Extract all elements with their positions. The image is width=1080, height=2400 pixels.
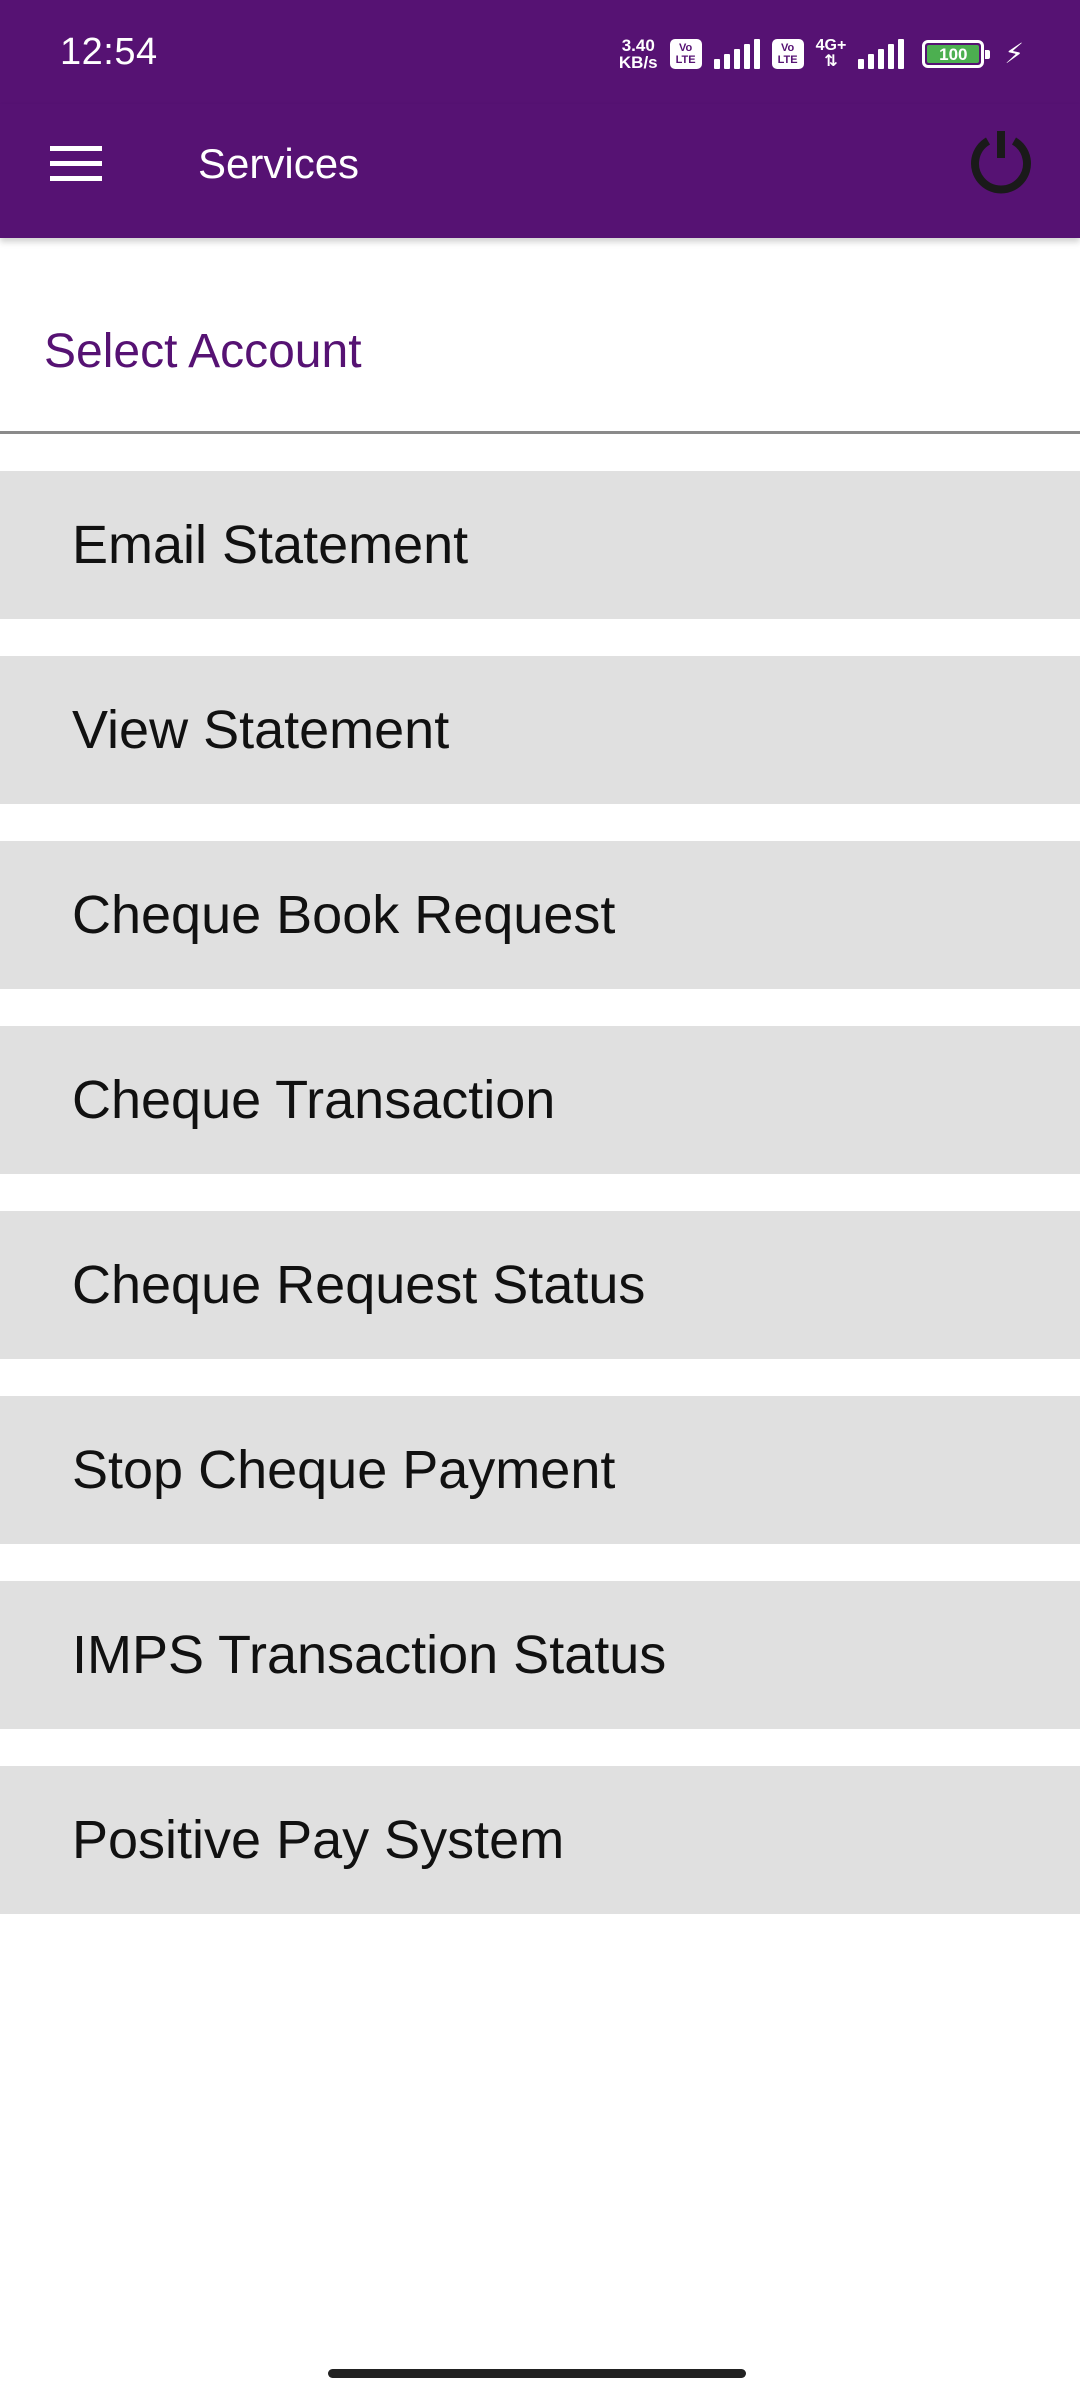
select-account-dropdown[interactable]: Select Account [0,238,1080,434]
network-speed-value: 3.40 [621,36,655,55]
service-label: View Statement [72,700,450,760]
volte-icon-2: Vo LTE [771,39,804,69]
network-type: 4G+ ⇅ [816,38,847,70]
signal-strength-icon [713,39,760,69]
network-speed: 3.40 KB/s [619,37,658,71]
page-title: Services [198,140,360,187]
volte-icon: Vo LTE [669,39,702,69]
volte-bottom-label: LTE [675,54,696,66]
service-label: IMPS Transaction Status [72,1625,667,1685]
app-bar: Services [0,104,1080,238]
battery-icon: 100 [922,40,991,68]
service-view-statement[interactable]: View Statement [0,656,1080,804]
service-label: Email Statement [72,515,469,575]
service-label: Cheque Book Request [72,885,616,945]
home-indicator[interactable] [328,2369,746,2378]
select-account-label: Select Account [44,325,362,378]
services-list: Email Statement View Statement Cheque Bo… [0,471,1080,1951]
network-speed-unit: KB/s [618,53,658,72]
volte-top-label: Vo [679,42,693,54]
power-icon[interactable] [966,126,1036,196]
battery-level: 100 [927,45,980,64]
status-bar: 12:54 3.40 KB/s Vo LTE Vo LTE 4G+ ⇅ 100 … [0,0,1080,104]
service-label: Positive Pay System [72,1810,565,1870]
service-email-statement[interactable]: Email Statement [0,471,1080,619]
network-type-label: 4G+ [815,37,847,54]
service-cheque-book-request[interactable]: Cheque Book Request [0,841,1080,989]
volte-top-label-2: Vo [781,42,795,54]
signal-strength-icon-2 [858,39,905,69]
service-cheque-transaction[interactable]: Cheque Transaction [0,1026,1080,1174]
service-stop-cheque-payment[interactable]: Stop Cheque Payment [0,1396,1080,1544]
volte-bottom-label-2: LTE [777,54,798,66]
data-arrows-icon: ⇅ [824,53,838,70]
status-icons: 3.40 KB/s Vo LTE Vo LTE 4G+ ⇅ 100 ⚡ [619,34,1024,74]
service-label: Cheque Transaction [72,1070,556,1130]
hamburger-menu-icon[interactable] [50,144,102,184]
service-imps-transaction-status[interactable]: IMPS Transaction Status [0,1581,1080,1729]
service-positive-pay-system[interactable]: Positive Pay System [0,1766,1080,1914]
service-label: Stop Cheque Payment [72,1440,616,1500]
charging-bolt-icon: ⚡ [1004,38,1024,69]
status-time: 12:54 [60,31,158,73]
service-label: Cheque Request Status [72,1255,646,1315]
screen: 12:54 3.40 KB/s Vo LTE Vo LTE 4G+ ⇅ 100 … [0,0,1080,2400]
battery-tip [985,50,991,59]
service-cheque-request-status[interactable]: Cheque Request Status [0,1211,1080,1359]
